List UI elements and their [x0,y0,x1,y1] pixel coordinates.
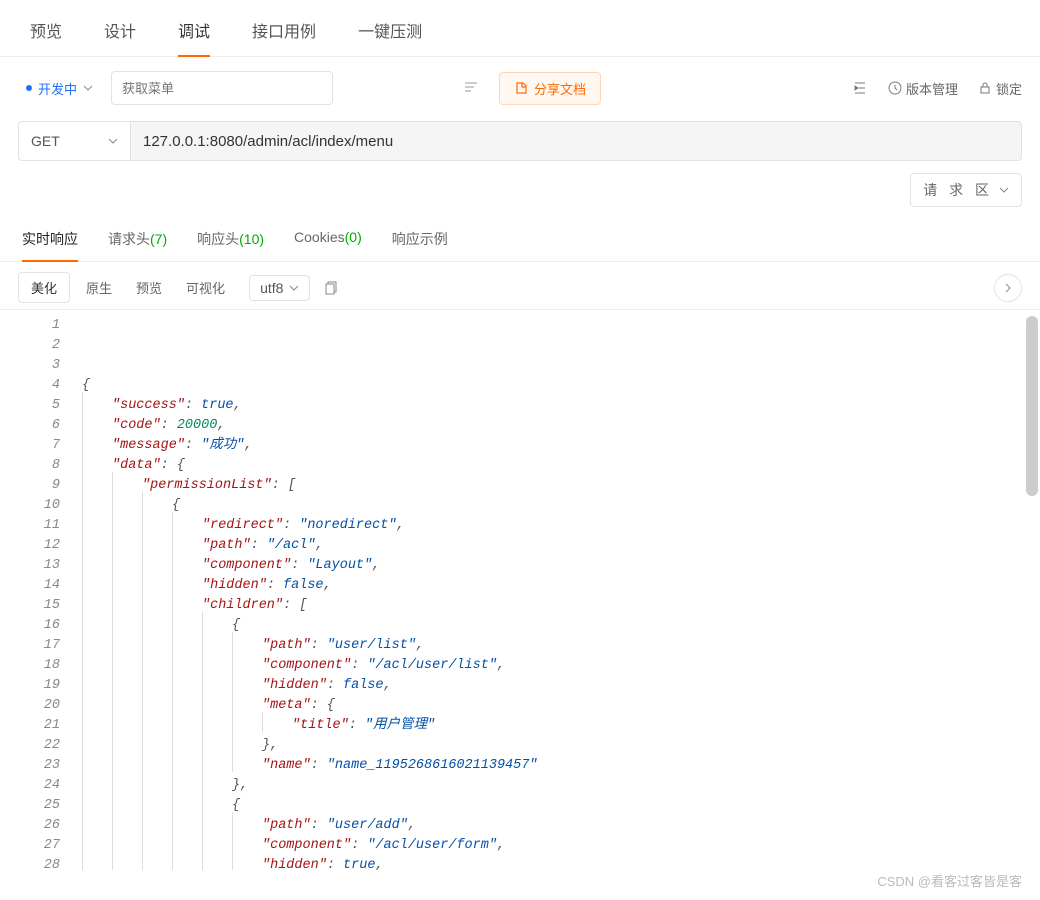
line-gutter: 1234567891011121314151617181920212223242… [0,310,70,870]
code-line: { [82,376,1040,396]
chevron-right-icon [1003,283,1013,293]
code-line: "message": "成功", [82,436,1040,456]
header-icons: 版本管理 锁定 [852,79,1022,98]
status-select[interactable]: 开发中 [18,75,101,102]
url-input[interactable]: 127.0.0.1:8080/admin/acl/index/menu [130,121,1022,161]
main-tab-4[interactable]: 一键压测 [358,18,422,56]
request-area-toggle-row: 请 求 区 [18,173,1022,207]
response-tab-1[interactable]: 请求头(7) [108,229,167,261]
lock-icon [978,81,992,95]
main-tab-2[interactable]: 调试 [178,18,210,56]
code-line: { [82,496,1040,516]
next-arrow-button[interactable] [994,274,1022,302]
header-row: 开发中 分享文档 版本管理 锁定 [0,57,1040,115]
url-text: 127.0.0.1:8080/admin/acl/index/menu [143,133,393,150]
preview-button[interactable]: 预览 [124,273,174,302]
code-line: "data": { [82,456,1040,476]
chevron-down-icon [108,136,118,146]
url-row: GET 127.0.0.1:8080/admin/acl/index/menu [18,121,1022,161]
code-line: "success": true, [82,396,1040,416]
response-tab-3[interactable]: Cookies(0) [294,229,362,261]
code-line: "component": "Layout", [82,556,1040,576]
code-content[interactable]: {"success": true,"code": 20000,"message"… [70,310,1040,870]
code-line: "path": "/acl", [82,536,1040,556]
indent-icon[interactable] [852,80,868,96]
main-tabs: 预览 设计 调试 接口用例 一键压测 [0,0,1040,57]
count-badge: (7) [150,231,167,247]
count-badge: (0) [345,229,362,245]
code-line: "code": 20000, [82,416,1040,436]
status-dot-icon [26,85,32,91]
chevron-down-icon [289,283,299,293]
response-tab-2[interactable]: 响应头(10) [197,229,264,261]
watermark: CSDN @看客过客皆是客 [877,871,1022,890]
copy-icon[interactable] [324,279,340,296]
main-tab-0[interactable]: 预览 [30,18,62,56]
chevron-down-icon [83,83,93,93]
beautify-button[interactable]: 美化 [18,272,70,303]
code-line: "hidden": true, [82,856,1040,870]
method-label: GET [31,133,60,149]
version-history-button[interactable]: 版本管理 [888,79,958,98]
api-name-input[interactable] [111,71,333,105]
main-tab-1[interactable]: 设计 [104,18,136,56]
status-label: 开发中 [38,79,77,98]
share-doc-button[interactable]: 分享文档 [499,72,601,105]
code-line: "permissionList": [ [82,476,1040,496]
code-line: "redirect": "noredirect", [82,516,1040,536]
clock-icon [888,81,902,95]
response-tab-4[interactable]: 响应示例 [392,229,448,261]
share-icon [514,81,528,95]
request-area-toggle[interactable]: 请 求 区 [910,173,1022,207]
share-label: 分享文档 [534,79,586,98]
response-tabs: 实时响应请求头(7) 响应头(10) Cookies(0) 响应示例 [0,207,1040,262]
lock-button[interactable]: 锁定 [978,79,1022,98]
scrollbar-thumb[interactable] [1026,316,1038,496]
api-name-wrap [111,71,489,105]
response-body: 1234567891011121314151617181920212223242… [0,310,1040,870]
main-tab-3[interactable]: 接口用例 [252,18,316,56]
encoding-select[interactable]: utf8 [249,275,310,301]
count-badge: (10) [239,231,264,247]
response-tab-0[interactable]: 实时响应 [22,229,78,261]
response-toolbar: 美化 原生 预览 可视化 utf8 [0,262,1040,310]
raw-button[interactable]: 原生 [74,273,124,302]
text-align-icon[interactable] [463,79,479,96]
http-method-select[interactable]: GET [18,121,130,161]
code-line: "hidden": false, [82,576,1040,596]
visualize-button[interactable]: 可视化 [174,273,237,302]
chevron-down-icon [999,185,1009,195]
